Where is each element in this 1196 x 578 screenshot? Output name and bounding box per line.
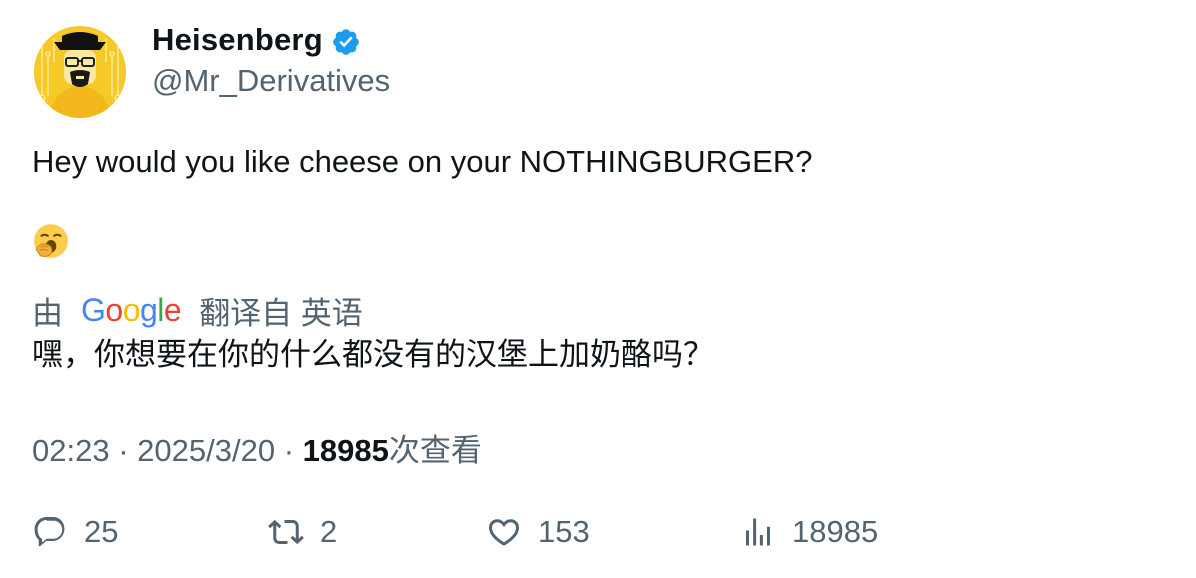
translation-attribution: 由 Google 翻译自 英语 bbox=[32, 288, 363, 333]
retweet-button[interactable]: 2 bbox=[268, 508, 337, 556]
yawning-face-emoji-icon bbox=[34, 224, 68, 258]
heisenberg-avatar-image bbox=[34, 26, 126, 118]
google-letter: e bbox=[163, 292, 182, 328]
meta-separator: · bbox=[118, 433, 129, 468]
google-letter: o bbox=[122, 292, 141, 328]
google-letter: G bbox=[81, 292, 106, 328]
translated-tweet-text: 嘿，你想要在你的什么都没有的汉堡上加奶酪吗？ bbox=[32, 337, 714, 372]
google-letter: g bbox=[139, 292, 158, 328]
google-letter: l bbox=[157, 292, 164, 328]
google-logo[interactable]: Google bbox=[81, 292, 182, 329]
google-letter: o bbox=[105, 292, 123, 328]
views-count: 18985 bbox=[302, 433, 389, 468]
tweet-date[interactable]: 2025/3/20 bbox=[137, 433, 275, 468]
verified-badge-icon bbox=[333, 28, 359, 55]
tweet-actions: 25 2 153 18985 bbox=[0, 508, 1196, 558]
views-action-count: 18985 bbox=[792, 514, 879, 549]
views-button[interactable]: 18985 bbox=[740, 508, 878, 556]
tweet-text: Hey would you like cheese on your NOTHIN… bbox=[32, 144, 813, 179]
reply-count: 25 bbox=[84, 514, 119, 549]
author-display-name[interactable]: Heisenberg bbox=[152, 22, 323, 58]
translation-prefix: 由 bbox=[32, 296, 63, 331]
translation-suffix: 翻译自 英语 bbox=[199, 296, 363, 331]
meta-separator: · bbox=[283, 433, 295, 468]
heart-icon bbox=[488, 519, 520, 546]
author-name-row[interactable]: Heisenberg bbox=[152, 22, 361, 58]
author-handle[interactable]: @Mr_Derivatives bbox=[152, 63, 390, 99]
retweet-count: 2 bbox=[320, 514, 338, 549]
retweet-icon bbox=[268, 519, 304, 545]
like-count: 153 bbox=[538, 514, 590, 549]
avatar[interactable] bbox=[34, 26, 126, 118]
views-label: 次查看 bbox=[388, 433, 482, 468]
views-chart-icon bbox=[746, 518, 770, 546]
reply-button[interactable]: 25 bbox=[32, 508, 118, 556]
like-button[interactable]: 153 bbox=[486, 508, 590, 556]
tweet-meta: 02:23 · 2025/3/20 · 18985次查看 bbox=[32, 425, 482, 470]
tweet-time[interactable]: 02:23 bbox=[32, 433, 110, 468]
reply-icon bbox=[34, 517, 65, 547]
